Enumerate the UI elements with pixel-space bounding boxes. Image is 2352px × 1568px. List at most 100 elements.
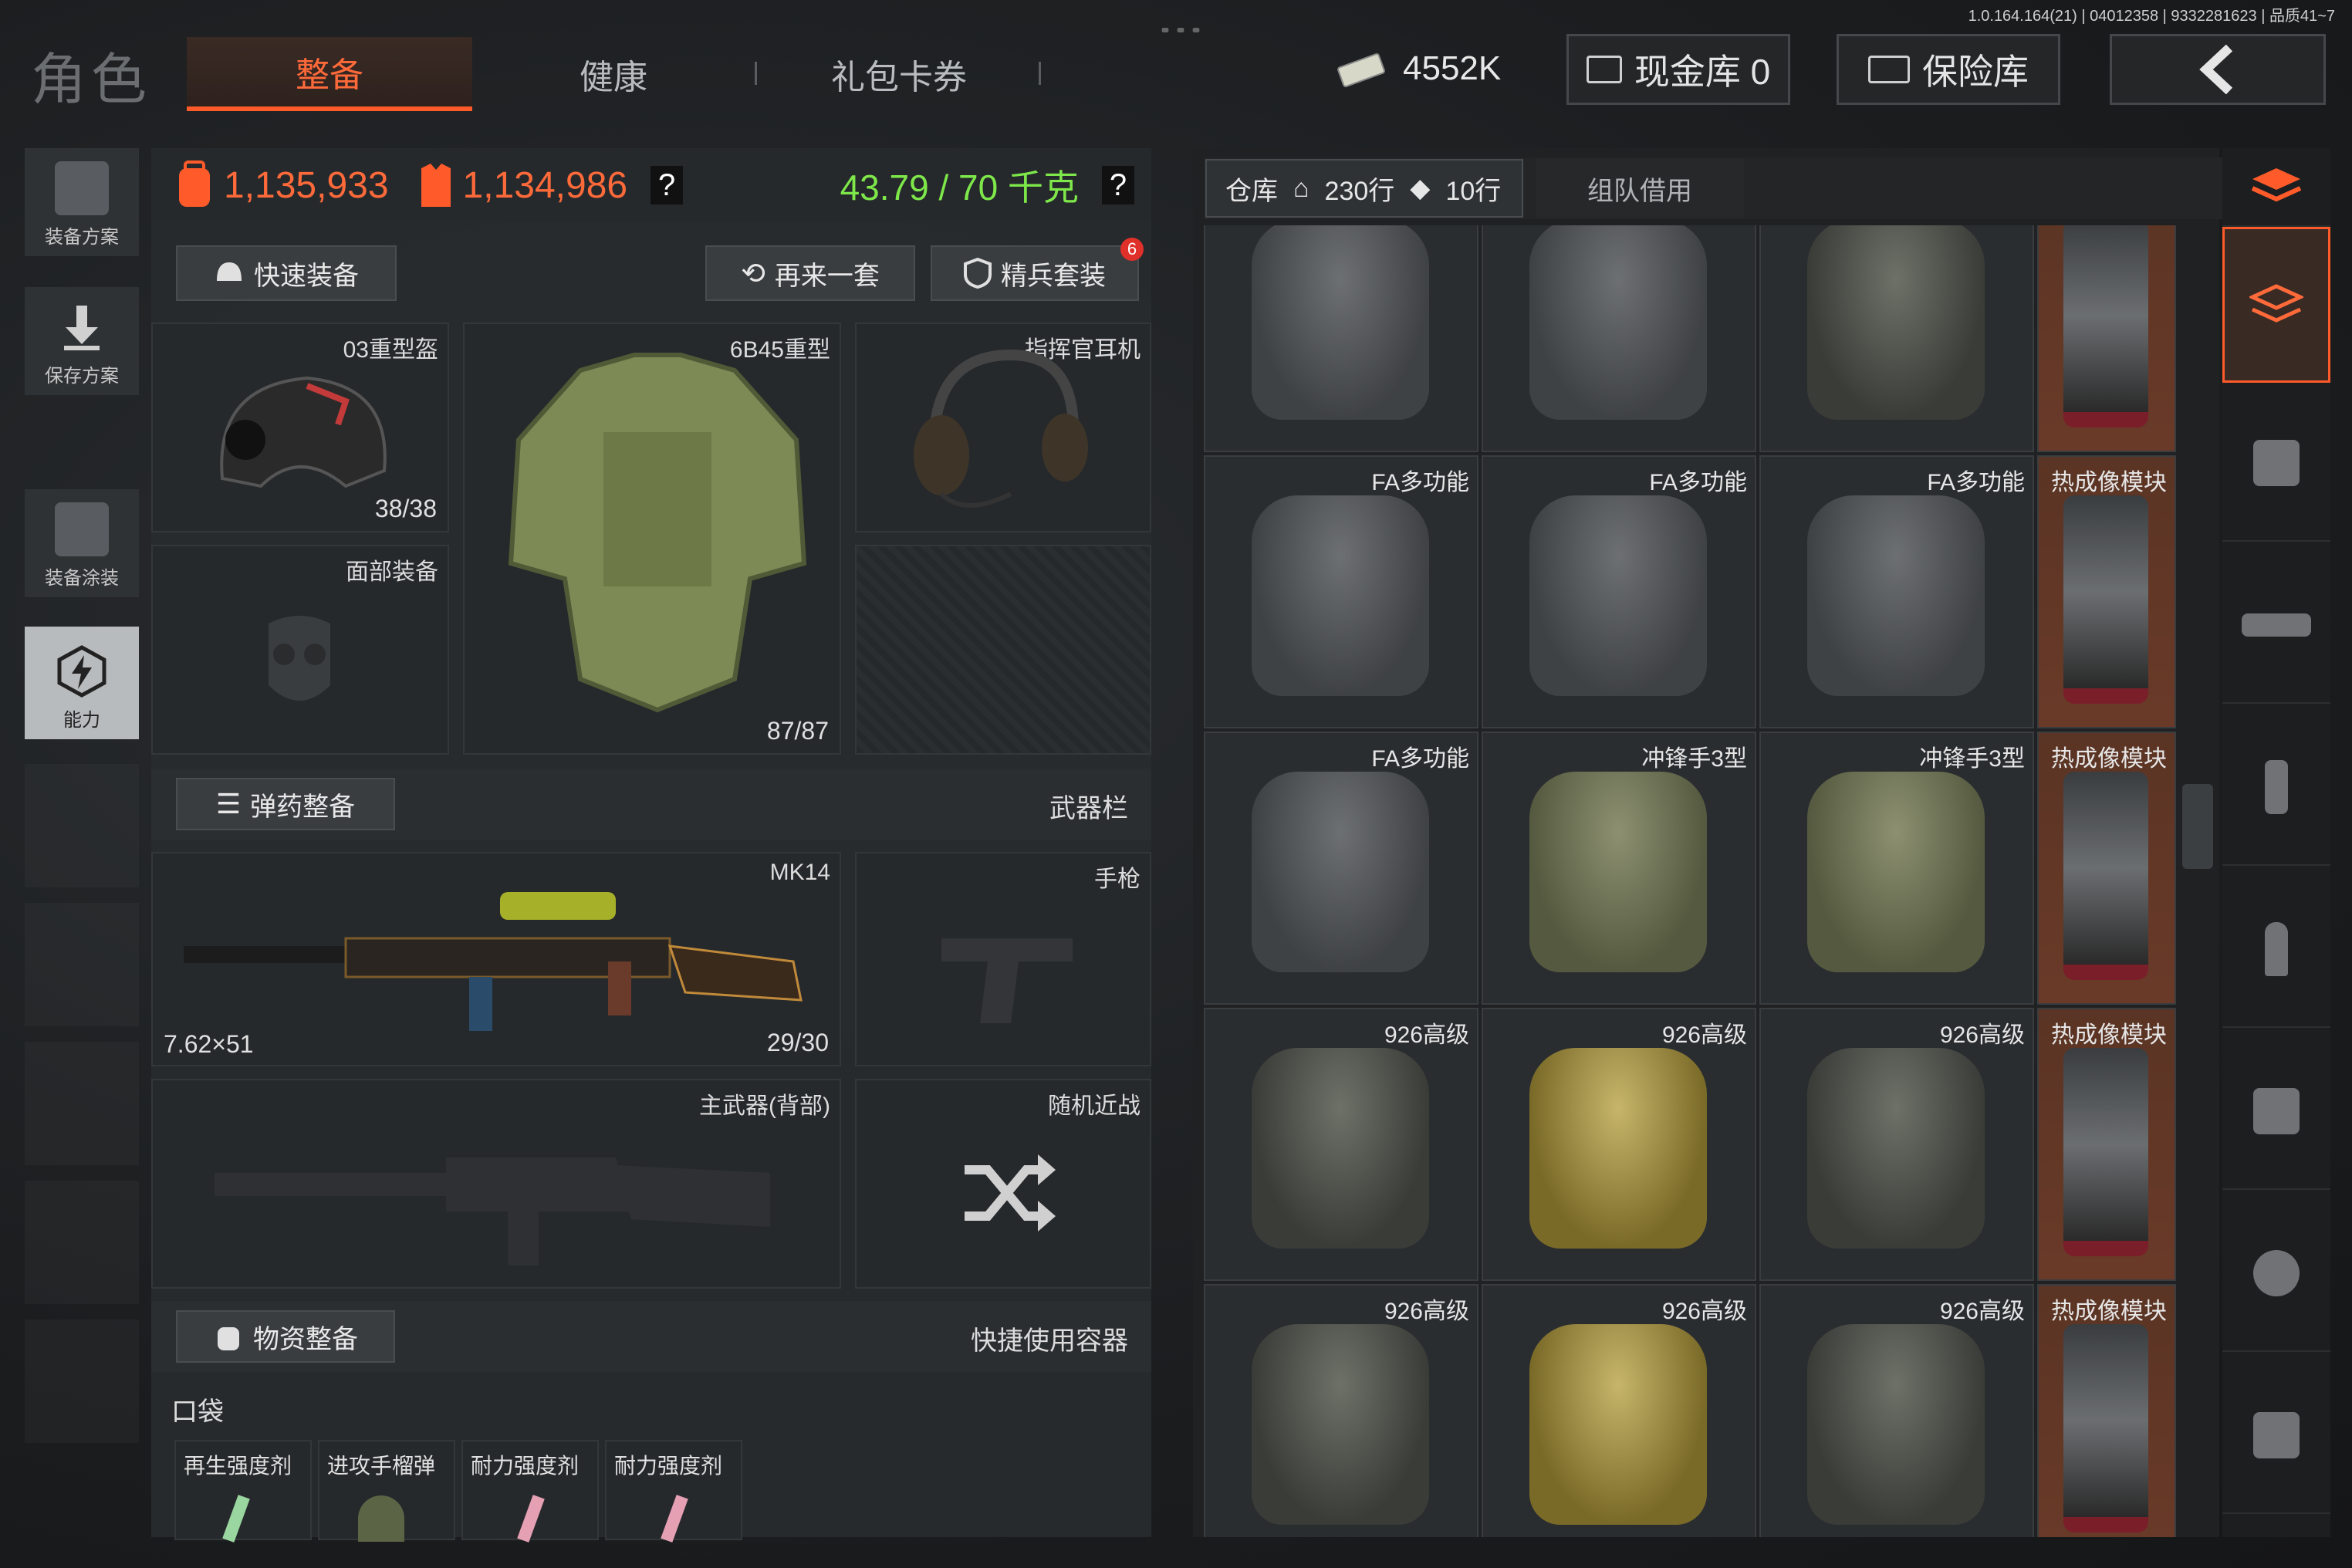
melee-slot[interactable]: 随机近战 bbox=[855, 1079, 1151, 1289]
tab-equip[interactable]: 整备 bbox=[187, 37, 472, 111]
pocket-item[interactable]: 耐力强度剂 bbox=[605, 1440, 742, 1543]
warehouse-item[interactable]: 热成像模块 bbox=[2037, 1008, 2176, 1281]
repeat-button[interactable]: ⟲ 再来一套 bbox=[705, 245, 915, 301]
helmet-paint-icon bbox=[55, 502, 109, 556]
supply-equip-label: 物资整备 bbox=[253, 1324, 358, 1354]
pocket-item-label: 耐力强度剂 bbox=[614, 1454, 723, 1478]
safe-vault-button[interactable]: 保险库 bbox=[1837, 34, 2060, 105]
sidebar-empty-slot bbox=[25, 1042, 139, 1165]
sidebar-empty-slot bbox=[25, 764, 139, 887]
headset-image bbox=[914, 349, 1088, 508]
pocket-item-label: 进攻手榴弹 bbox=[327, 1454, 436, 1478]
refresh-icon: ⟲ bbox=[741, 257, 765, 290]
pocket-item[interactable]: 再生强度剂 bbox=[174, 1440, 312, 1543]
grenade-icon bbox=[358, 1495, 404, 1542]
armor-slot[interactable]: 6B45重型 87/87 bbox=[463, 323, 841, 755]
warehouse-item[interactable]: 926高级 bbox=[1204, 1284, 1478, 1537]
vest-icon bbox=[55, 161, 109, 215]
help-icon[interactable]: ? bbox=[651, 166, 684, 204]
chevron-left-icon bbox=[2199, 45, 2233, 94]
list-icon: ☰ bbox=[215, 788, 242, 819]
category-rifle[interactable] bbox=[2222, 548, 2330, 704]
rifle-silhouette-icon bbox=[215, 1157, 770, 1266]
shuffle-icon bbox=[965, 1154, 1056, 1232]
helmet-durability: 38/38 bbox=[374, 495, 437, 522]
headset-slot[interactable]: 指挥官耳机 bbox=[855, 323, 1151, 532]
back-button[interactable] bbox=[2110, 34, 2326, 105]
helmet-icon bbox=[2253, 440, 2300, 486]
backpack-icon bbox=[2249, 284, 2303, 323]
pistol-icon bbox=[941, 938, 1073, 1023]
category-grenade[interactable] bbox=[2222, 1196, 2330, 1352]
pocket-item[interactable]: 进攻手榴弹 bbox=[318, 1440, 455, 1542]
value-b: 1,134,986 bbox=[462, 164, 628, 206]
sidebar-empty-slot bbox=[25, 903, 139, 1026]
back-weapon-slot[interactable]: 主武器(背部) bbox=[151, 1079, 841, 1289]
warehouse-item[interactable] bbox=[1204, 225, 1478, 452]
warehouse-item[interactable]: 冲锋手3型 bbox=[1482, 732, 1756, 1005]
sidebar-item-save[interactable]: 保存方案 bbox=[25, 287, 139, 395]
cash-vault-label: 现金库 0 bbox=[1634, 52, 1771, 92]
warehouse-item[interactable]: 热成像模块 bbox=[2037, 455, 2176, 728]
ammo-equip-button[interactable]: ☰ 弹药整备 bbox=[176, 778, 395, 830]
quick-equip-label: 快速装备 bbox=[254, 261, 359, 291]
category-stack[interactable] bbox=[2222, 148, 2330, 227]
repeat-label: 再来一套 bbox=[774, 261, 880, 291]
warehouse-item[interactable]: 926高级 bbox=[1482, 1284, 1756, 1537]
tab-health[interactable]: 健康 bbox=[532, 37, 694, 111]
warehouse-item[interactable]: 冲锋手3型 bbox=[1759, 732, 2034, 1005]
warehouse-scrollbar[interactable] bbox=[2182, 784, 2213, 869]
safe-icon bbox=[1868, 56, 1910, 83]
quick-equip-button[interactable]: 快速装备 bbox=[176, 245, 397, 301]
pistol-slot[interactable]: 手枪 bbox=[855, 852, 1151, 1066]
empty-gear-slot[interactable] bbox=[855, 545, 1151, 755]
category-helmet[interactable] bbox=[2222, 386, 2330, 542]
category-bullet[interactable] bbox=[2222, 872, 2330, 1028]
page-title: 角色 bbox=[31, 49, 152, 111]
warehouse-item[interactable]: 926高级 bbox=[1204, 1008, 1478, 1281]
sidebar-item-label: 装备方案 bbox=[45, 227, 119, 248]
supply-equip-button[interactable]: 物资整备 bbox=[176, 1310, 395, 1363]
warehouse-item[interactable]: FA多功能 bbox=[1204, 455, 1478, 728]
warehouse-item[interactable]: 热成像模块 bbox=[2037, 732, 2176, 1005]
warehouse-tab[interactable]: 仓库 ⌂ 230行 ◆ 10行 bbox=[1205, 159, 1523, 218]
category-backpack[interactable] bbox=[2222, 227, 2330, 383]
warehouse-item[interactable]: 926高级 bbox=[1759, 1284, 2034, 1537]
tag-icon: ◆ bbox=[1410, 174, 1431, 203]
drag-handle[interactable] bbox=[1157, 28, 1204, 32]
sidebar-item-paint[interactable]: 装备涂装 bbox=[25, 489, 139, 597]
cash-vault-button[interactable]: 现金库 0 bbox=[1566, 34, 1790, 105]
category-armor[interactable] bbox=[2222, 1034, 2330, 1190]
stack-icon bbox=[2251, 168, 2302, 202]
warehouse-item[interactable]: FA多功能 bbox=[1482, 455, 1756, 728]
warehouse-item[interactable]: FA多功能 bbox=[1204, 732, 1478, 1005]
ammo-count: 29/30 bbox=[766, 1029, 829, 1056]
category-magazine[interactable] bbox=[2222, 710, 2330, 866]
warehouse-item[interactable] bbox=[1482, 225, 1756, 452]
sidebar-item-label: 能力 bbox=[63, 710, 100, 731]
team-borrow-tab[interactable]: 组队借用 bbox=[1536, 159, 1744, 218]
grenade-icon bbox=[2253, 1250, 2300, 1296]
face-slot[interactable]: 面部装备 bbox=[151, 545, 449, 755]
warehouse-item[interactable]: 926高级 bbox=[1759, 1008, 2034, 1281]
syringe-icon bbox=[222, 1495, 250, 1543]
category-container[interactable] bbox=[2222, 1358, 2330, 1514]
primary-weapon-slot[interactable]: MK14 7.62×51 29/30 bbox=[151, 852, 841, 1066]
warehouse-item[interactable]: 热成像模块 bbox=[2037, 1284, 2176, 1537]
tab-gift[interactable]: 礼包卡券 bbox=[803, 37, 995, 111]
sidebar-item-loadout[interactable]: 装备方案 bbox=[25, 148, 139, 256]
syringe-icon bbox=[517, 1495, 545, 1543]
armor-image bbox=[508, 353, 807, 713]
sidebar-item-label: 装备涂装 bbox=[45, 568, 119, 589]
warehouse-item[interactable] bbox=[2037, 225, 2176, 452]
elite-kit-button[interactable]: 精兵套装 bbox=[931, 245, 1139, 301]
sidebar-item-ability[interactable]: 能力 bbox=[25, 627, 139, 739]
help-icon[interactable]: ? bbox=[1102, 166, 1134, 204]
warehouse-item[interactable] bbox=[1759, 225, 2034, 452]
tab-divider bbox=[1039, 62, 1041, 85]
pocket-item[interactable]: 耐力强度剂 bbox=[461, 1440, 599, 1543]
warehouse-item[interactable]: FA多功能 bbox=[1759, 455, 2034, 728]
pistol-label: 手枪 bbox=[1094, 867, 1141, 892]
helmet-slot[interactable]: 03重型盔 38/38 bbox=[151, 323, 449, 532]
warehouse-item[interactable]: 926高级 bbox=[1482, 1008, 1756, 1281]
